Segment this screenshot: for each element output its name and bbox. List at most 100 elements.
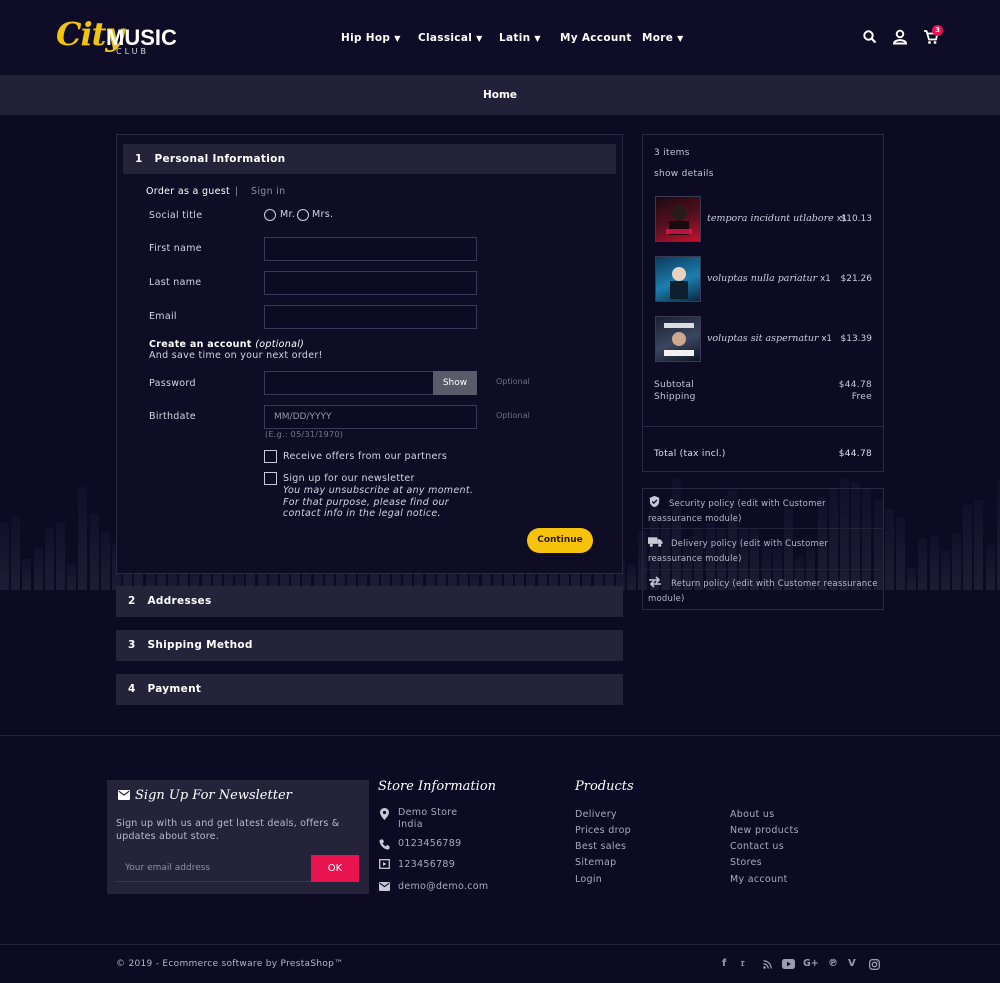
email-label: Email	[149, 311, 177, 322]
email-icon	[379, 882, 390, 891]
instagram-icon[interactable]	[869, 959, 880, 970]
equalizer-bar	[985, 545, 995, 590]
product-name-text: voluptas nulla pariatur	[707, 273, 818, 284]
birthdate-hint: (E.g.: 05/31/1970)	[265, 430, 344, 439]
birthdate-optional-label: Optional	[496, 411, 530, 420]
radio-mr[interactable]	[264, 209, 276, 221]
first-name-field[interactable]	[264, 237, 477, 261]
equalizer-bar	[78, 487, 88, 590]
birthdate-field[interactable]: MM/DD/YYYY	[264, 405, 477, 429]
footer-link-new-products[interactable]: New products	[730, 825, 799, 836]
create-account-optional: (optional)	[255, 339, 305, 350]
breadcrumb: Home	[0, 75, 1000, 115]
continue-button[interactable]: Continue	[527, 528, 593, 553]
footer-link-about-us[interactable]: About us	[730, 809, 774, 820]
step-addresses[interactable]: 2 Addresses	[116, 586, 623, 617]
swap-icon	[649, 576, 661, 588]
chevron-down-icon: ▼	[394, 33, 401, 43]
footer-link-contact-us[interactable]: Contact us	[730, 841, 784, 852]
footer-link-delivery[interactable]: Delivery	[575, 809, 617, 820]
product-name-text: voluptas sit aspernatur	[707, 333, 819, 344]
equalizer-bar	[67, 563, 77, 590]
equalizer-bar	[89, 514, 99, 590]
shipping-label: Shipping	[654, 392, 696, 402]
radio-mr-label: Mr.	[280, 209, 296, 220]
footer-link-my-account[interactable]: My account	[730, 874, 788, 885]
step-personal-information-header[interactable]: 1 Personal Information	[123, 144, 616, 174]
fax-icon	[379, 859, 390, 869]
nav-label: Hip Hop	[341, 32, 391, 44]
vimeo-icon[interactable]: V	[848, 958, 856, 969]
product-name[interactable]: tempora incidunt utlabore x1	[707, 213, 847, 224]
store-name: Demo Store	[398, 807, 458, 818]
nav-classical[interactable]: Classical ▼	[418, 30, 483, 46]
nav-latin[interactable]: Latin ▼	[499, 30, 541, 46]
equalizer-bar	[627, 565, 637, 590]
location-pin-icon	[380, 808, 389, 820]
footer-link-login[interactable]: Login	[575, 874, 602, 885]
chevron-down-icon: ▼	[534, 33, 541, 43]
breadcrumb-home[interactable]: Home	[0, 89, 1000, 101]
product-thumbnail[interactable]	[655, 196, 701, 242]
site-logo[interactable]: City MUSIC CLUB	[56, 15, 177, 60]
googleplus-icon[interactable]: G+	[803, 958, 819, 969]
footer-link-sitemap[interactable]: Sitemap	[575, 857, 616, 868]
cart-summary	[642, 134, 884, 472]
step-shipping-method[interactable]: 3 Shipping Method	[116, 630, 623, 661]
nav-my-account[interactable]: My Account	[560, 30, 632, 46]
step-payment[interactable]: 4 Payment	[116, 674, 623, 705]
tab-order-as-guest[interactable]: Order as a guest	[146, 186, 230, 197]
product-name-text: tempora incidunt utlabore	[707, 213, 834, 224]
store-phone[interactable]: 0123456789	[398, 838, 461, 849]
footer-link-best-sales[interactable]: Best sales	[575, 841, 626, 852]
search-icon[interactable]	[861, 28, 879, 46]
nav-more[interactable]: More ▼	[642, 30, 684, 46]
offers-checkbox[interactable]	[264, 450, 277, 463]
youtube-icon[interactable]	[782, 959, 795, 969]
footer-link-stores[interactable]: Stores	[730, 857, 762, 868]
product-name[interactable]: voluptas sit aspernatur x1	[707, 333, 832, 344]
store-country: India	[398, 819, 423, 830]
store-fax[interactable]: 123456789	[398, 859, 455, 870]
email-field[interactable]	[264, 305, 477, 329]
step-title: Shipping Method	[147, 639, 253, 651]
newsletter-ok-button[interactable]: OK	[311, 855, 359, 882]
mail-icon	[118, 790, 130, 800]
twitter-icon[interactable]: 𝔯	[741, 958, 745, 969]
product-thumbnail[interactable]	[655, 256, 701, 302]
show-details-link[interactable]: show details	[654, 169, 714, 179]
products-title: Products	[575, 779, 634, 794]
password-optional-label: Optional	[496, 377, 530, 386]
nav-hip-hop[interactable]: Hip Hop ▼	[341, 30, 401, 46]
total-value: $44.78	[838, 449, 872, 459]
equalizer-bar	[22, 559, 32, 590]
birthdate-label: Birthdate	[149, 411, 196, 422]
footer-link-prices-drop[interactable]: Prices drop	[575, 825, 631, 836]
equalizer-bar	[884, 509, 894, 590]
shipping-value: Free	[851, 392, 872, 402]
equalizer-bar	[11, 517, 21, 590]
store-email[interactable]: demo@demo.com	[398, 881, 488, 892]
step-number: 1	[135, 153, 143, 165]
rss-icon[interactable]	[763, 960, 772, 969]
equalizer-bar	[56, 522, 65, 590]
newsletter-checkbox[interactable]	[264, 472, 277, 485]
nav-label: My Account	[560, 32, 632, 44]
user-icon[interactable]	[891, 28, 909, 46]
equalizer-bar	[907, 568, 917, 590]
product-name[interactable]: voluptas nulla pariatur x1	[707, 273, 831, 284]
password-field[interactable]	[264, 371, 434, 395]
equalizer-bar	[929, 536, 939, 590]
facebook-icon[interactable]: f	[722, 958, 726, 969]
tab-sign-in[interactable]: Sign in	[251, 186, 286, 197]
cart-count-badge: 3	[932, 25, 943, 36]
newsletter-email-input[interactable]: Your email address	[116, 855, 311, 882]
last-name-field[interactable]	[264, 271, 477, 295]
radio-mrs[interactable]	[297, 209, 309, 221]
product-thumbnail[interactable]	[655, 316, 701, 362]
pinterest-icon[interactable]: ℗	[828, 958, 838, 969]
equalizer-bar	[952, 533, 961, 590]
step-title: Addresses	[147, 595, 212, 607]
show-password-button[interactable]: Show	[433, 371, 477, 395]
nav-label: Classical	[418, 32, 473, 44]
